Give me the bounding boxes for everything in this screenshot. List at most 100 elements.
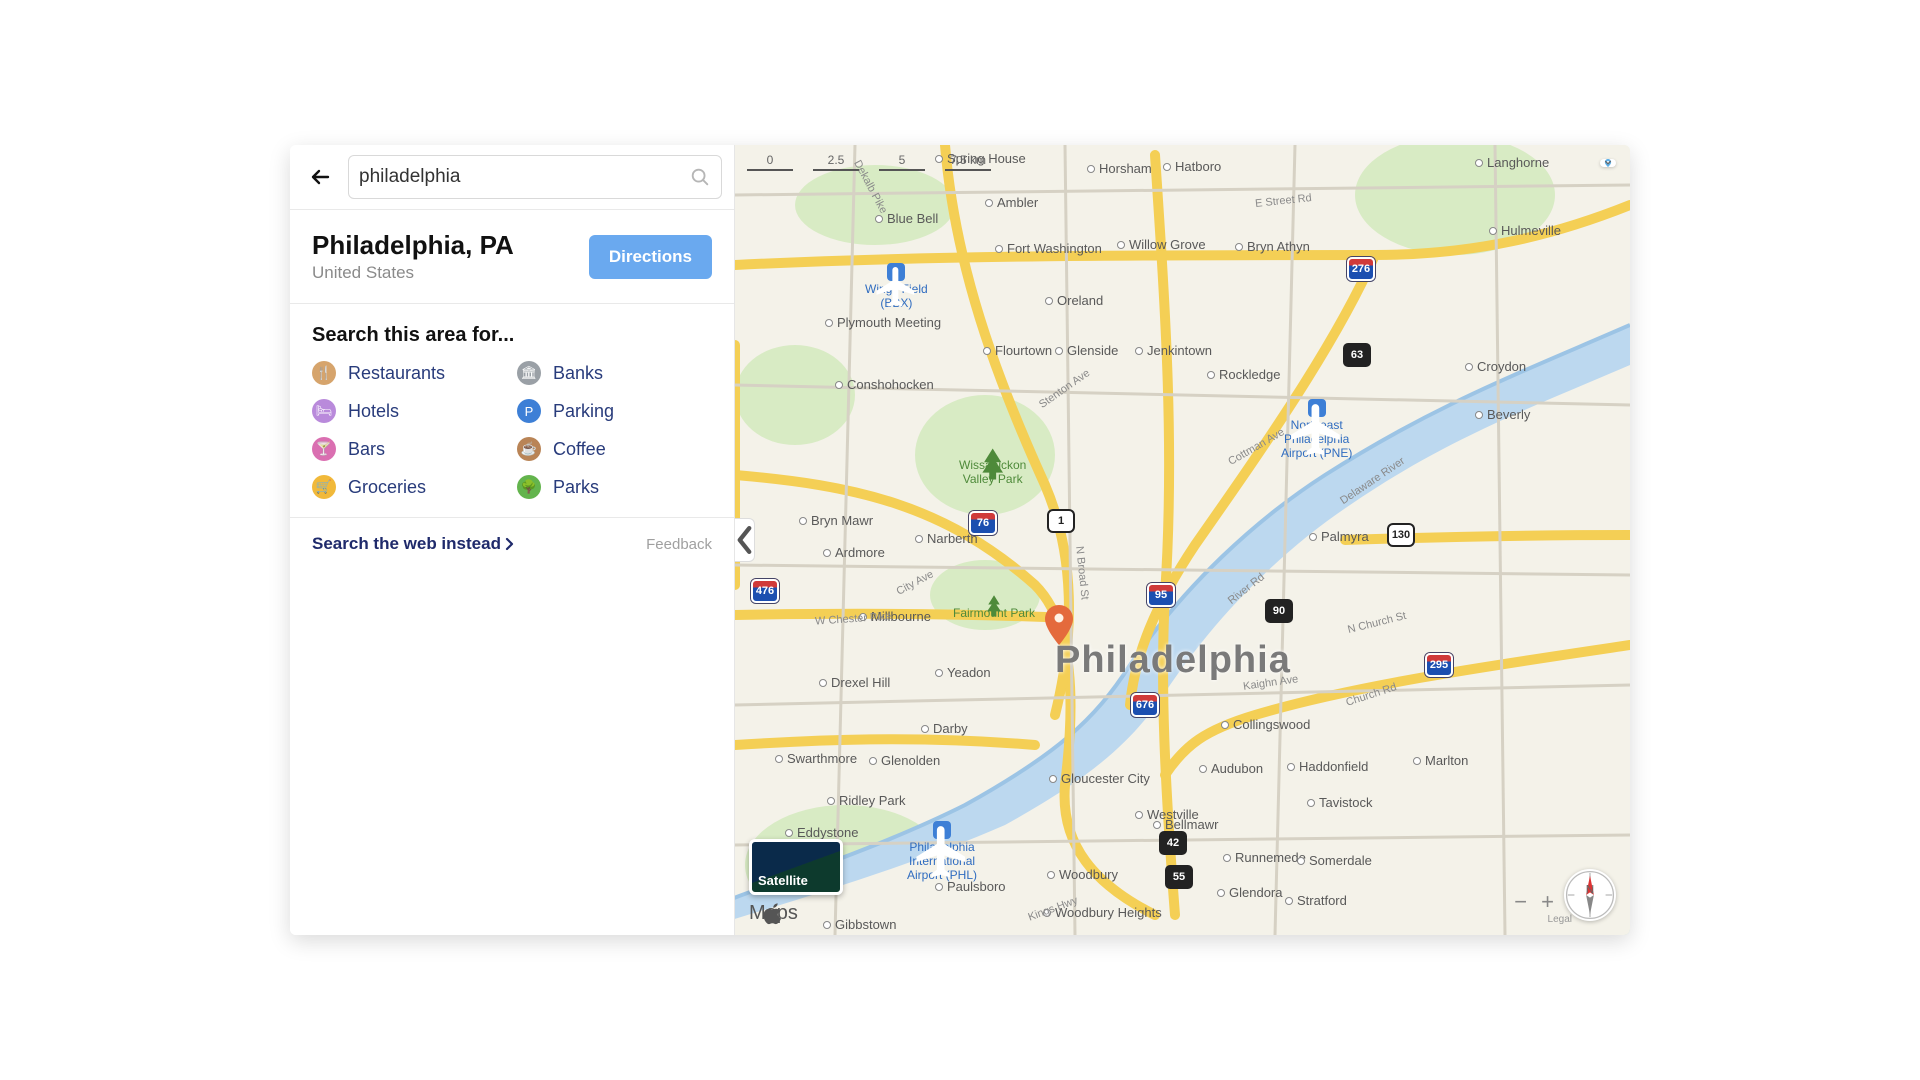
place-pin[interactable] [1045,605,1073,645]
town-label: Bryn Athyn [1235,239,1310,254]
scale-3: 7.5 km [945,153,991,171]
town-label: Hatboro [1163,159,1221,174]
town-label: Runnemede [1223,850,1306,865]
town-label: Croydon [1465,359,1526,374]
category-hotels[interactable]: 🛏 Hotels [312,399,507,423]
town-label: Ridley Park [827,793,905,808]
chevron-right-icon [505,537,515,551]
town-label: Audubon [1199,761,1263,776]
airplane-icon [887,263,905,281]
town-label: Somerdale [1297,853,1372,868]
town-label: Eddystone [785,825,858,840]
search-web-label: Search the web instead [312,534,501,554]
satellite-label: Satellite [758,873,808,888]
town-label: Drexel Hill [819,675,890,690]
compass[interactable]: N [1564,869,1616,921]
category-restaurants[interactable]: 🍴 Restaurants [312,361,507,385]
category-groceries[interactable]: 🛒 Groceries [312,475,507,499]
town-label: Plymouth Meeting [825,315,941,330]
search-row [290,145,734,210]
town-label: Flourtown [983,343,1052,358]
scale-2: 5 [879,153,925,171]
town-label: Gloucester City [1049,771,1150,786]
town-label: Gibbstown [823,917,896,932]
search-box[interactable] [348,155,722,199]
satellite-toggle[interactable]: Satellite [749,839,843,895]
search-web-link[interactable]: Search the web instead [312,534,515,554]
category-label: Parking [553,401,614,422]
town-label: Willow Grove [1117,237,1206,252]
category-label: Bars [348,439,385,460]
route-shield: 55 [1165,865,1193,889]
sidebar: Philadelphia, PA United States Direction… [290,145,735,935]
route-shield: 1 [1047,509,1075,533]
category-label: Parks [553,477,599,498]
category-parks[interactable]: 🌳 Parks [517,475,712,499]
town-label: Conshohocken [835,377,934,392]
compass-icon: N [1564,869,1616,921]
category-parking[interactable]: P Parking [517,399,712,423]
back-button[interactable] [302,159,338,195]
svg-text:N: N [1586,884,1594,897]
park-label: WissahickonValley Park [959,445,1026,486]
zoom-in-button[interactable]: + [1541,889,1554,915]
arrow-left-icon [308,165,332,189]
town-label: Jenkintown [1135,343,1212,358]
category-coffee[interactable]: ☕ Coffee [517,437,712,461]
town-label: Haddonfield [1287,759,1368,774]
town-label: Yeadon [935,665,991,680]
category-label: Hotels [348,401,399,422]
route-shield: 276 [1347,257,1375,281]
search-icon[interactable] [689,166,711,188]
town-label: Glenside [1055,343,1118,358]
category-icon: 🏛 [517,361,541,385]
airplane-icon [933,821,951,839]
category-icon: 🛏 [312,399,336,423]
town-label: Fort Washington [995,241,1102,256]
route-shield: 476 [751,579,779,603]
category-bars[interactable]: 🍸 Bars [312,437,507,461]
town-label: Horsham [1087,161,1152,176]
town-label: Hulmeville [1489,223,1561,238]
town-label: Swarthmore [775,751,857,766]
category-banks[interactable]: 🏛 Banks [517,361,712,385]
route-shield: 95 [1147,583,1175,607]
apple-icon [749,902,798,925]
category-icon: P [517,399,541,423]
sidebar-footer: Search the web instead Feedback [290,518,734,570]
town-label: Woodbury [1047,867,1118,882]
route-shield: 76 [969,511,997,535]
map-brand: Maps [749,902,798,925]
collapse-sidebar-button[interactable] [735,518,755,562]
directions-button[interactable]: Directions [589,235,712,279]
airplane-icon [1308,399,1326,417]
tree-icon [953,593,1035,621]
route-shield: 63 [1343,343,1371,367]
town-label: Ambler [985,195,1038,210]
chevron-down-icon [1600,159,1616,167]
category-label: Banks [553,363,603,384]
category-grid: 🍴 Restaurants 🏛 Banks 🛏 Hotels P Parking 🍸 B… [312,361,712,499]
feedback-link[interactable]: Feedback [646,536,712,553]
tree-icon [959,445,1026,486]
town-label: Palmyra [1309,529,1369,544]
town-label: Rockledge [1207,367,1280,382]
scale-1: 2.5 [813,153,859,171]
town-label: Oreland [1045,293,1103,308]
map-canvas[interactable]: Philadelphia Spring HouseHorshamHatboroB… [735,145,1630,935]
zoom-controls: − + [1514,889,1554,915]
route-shield: 676 [1131,693,1159,717]
town-label: Glenolden [869,753,940,768]
search-input[interactable] [359,166,689,188]
park-label: Fairmount Park [953,593,1035,621]
category-label: Restaurants [348,363,445,384]
town-label: Westville [1135,807,1199,822]
city-label: Philadelphia [1055,639,1291,682]
zoom-out-button[interactable]: − [1514,889,1527,915]
route-shield: 295 [1425,653,1453,677]
app-frame: Philadelphia, PA United States Direction… [290,145,1630,935]
category-label: Coffee [553,439,606,460]
map-layer-control[interactable] [1600,159,1616,167]
category-icon: 🍴 [312,361,336,385]
route-shield: 42 [1159,831,1187,855]
